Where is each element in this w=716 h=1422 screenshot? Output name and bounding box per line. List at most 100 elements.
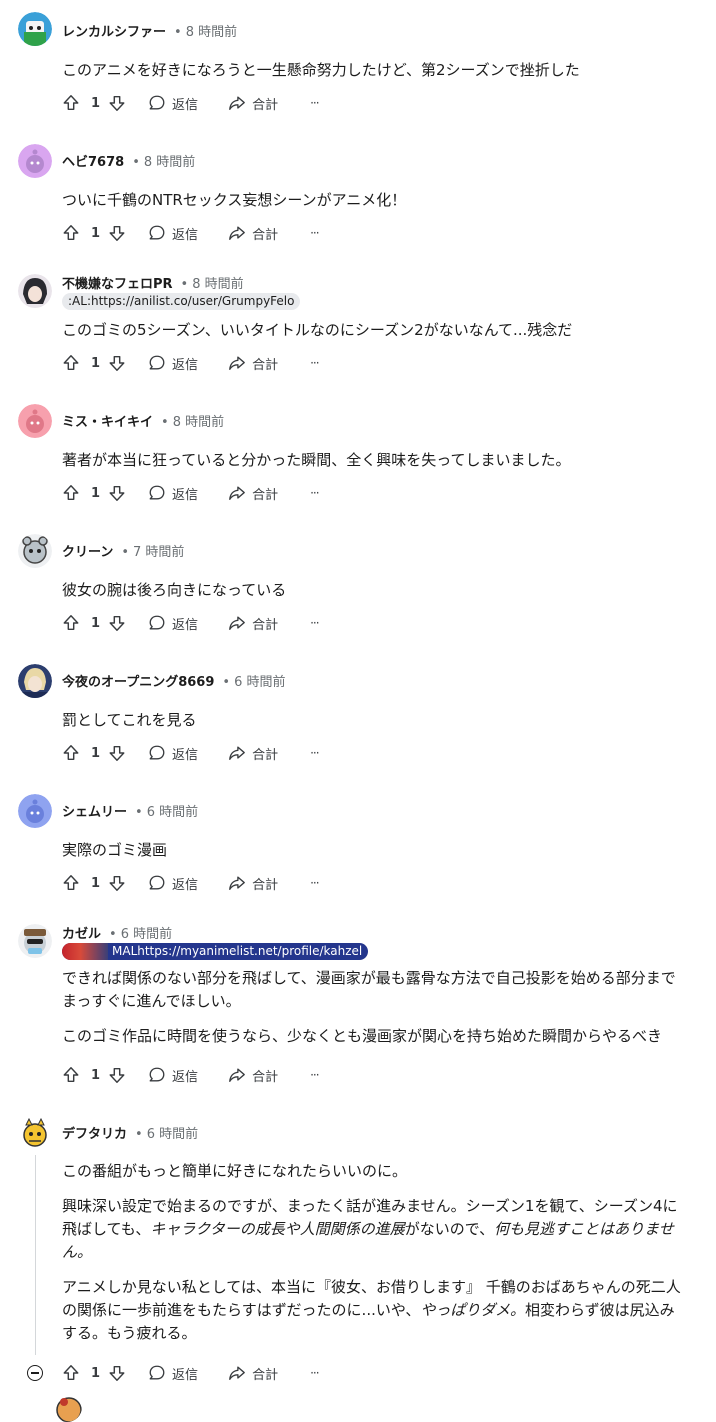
share-button[interactable]: 合計 <box>228 354 278 373</box>
downvote-button[interactable] <box>108 874 126 892</box>
ellipsis-icon: ··· <box>310 1366 320 1380</box>
vote-score: 1 <box>91 95 101 111</box>
downvote-button[interactable] <box>108 224 126 242</box>
more-options-button[interactable]: ··· <box>310 616 320 630</box>
avatar[interactable] <box>18 404 52 438</box>
speech-bubble-icon <box>149 485 165 500</box>
share-button[interactable]: 合計 <box>228 874 278 893</box>
upvote-arrow-icon <box>63 485 79 501</box>
speech-bubble-icon <box>149 225 165 240</box>
avatar[interactable] <box>52 1392 82 1422</box>
share-button[interactable]: 合計 <box>228 614 278 633</box>
upvote-button[interactable] <box>62 354 80 372</box>
avatar[interactable] <box>18 144 52 178</box>
comment-body: ついに千鶴のNTRセックス妄想シーンがアニメ化！ <box>62 189 682 224</box>
username[interactable]: 今夜のオープニング8669 <box>62 675 214 690</box>
reply-button[interactable]: 返信 <box>148 224 198 243</box>
reply-button[interactable]: 返信 <box>148 484 198 503</box>
upvote-arrow-icon <box>63 615 79 631</box>
reply-button[interactable]: 返信 <box>148 354 198 373</box>
share-button[interactable]: 合計 <box>228 744 278 763</box>
reply-label: 返信 <box>172 1069 199 1085</box>
upvote-button[interactable] <box>62 484 80 502</box>
share-label: 合計 <box>252 357 279 373</box>
more-options-button[interactable]: ··· <box>310 356 320 370</box>
username[interactable]: シェムリー <box>62 805 127 820</box>
speech-bubble-icon <box>149 1365 165 1380</box>
reply-label: 返信 <box>172 357 199 373</box>
avatar[interactable] <box>18 1116 52 1150</box>
comment-body: このアニメを好きになろうと一生懸命努力したけど、第2シーズンで挫折した <box>62 59 682 94</box>
downvote-button[interactable] <box>108 354 126 372</box>
action-bar: 1 返信 合計 ··· <box>62 222 320 244</box>
share-button[interactable]: 合計 <box>228 1364 278 1383</box>
comment-body: このゴミの5シーズン、いいタイトルなのにシーズン2がないなんて...残念だ <box>62 319 682 354</box>
upvote-arrow-icon <box>63 95 79 111</box>
username[interactable]: 不機嫌なフェロPR <box>62 277 173 292</box>
upvote-arrow-icon <box>63 225 79 241</box>
upvote-button[interactable] <box>62 614 80 632</box>
more-options-button[interactable]: ··· <box>310 1366 320 1380</box>
avatar[interactable] <box>18 924 52 958</box>
action-bar: 1 返信 合計 ··· <box>62 92 320 114</box>
share-label: 合計 <box>252 877 279 893</box>
ellipsis-icon: ··· <box>310 1068 320 1082</box>
share-button[interactable]: 合計 <box>228 1066 278 1085</box>
timestamp: 6 時間前 <box>146 805 199 820</box>
more-options-button[interactable]: ··· <box>310 876 320 890</box>
username[interactable]: ミス・キイキイ <box>62 415 153 430</box>
upvote-arrow-icon <box>63 875 79 891</box>
speech-bubble-icon <box>149 745 165 760</box>
upvote-button[interactable] <box>62 224 80 242</box>
downvote-button[interactable] <box>108 1066 126 1084</box>
username[interactable]: ヘビ7678 <box>62 155 124 170</box>
downvote-arrow-icon <box>109 1365 125 1381</box>
reply-button[interactable]: 返信 <box>148 1066 198 1085</box>
more-options-button[interactable]: ··· <box>310 486 320 500</box>
comment-text: ついに千鶴のNTRセックス妄想シーンがアニメ化！ <box>62 191 407 209</box>
downvote-button[interactable] <box>108 614 126 632</box>
reply-button[interactable]: 返信 <box>148 874 198 893</box>
username[interactable]: カゼル <box>62 927 101 942</box>
timestamp: 8 時間前 <box>192 277 244 292</box>
downvote-button[interactable] <box>108 484 126 502</box>
share-button[interactable]: 合計 <box>228 94 278 113</box>
reply-button[interactable]: 返信 <box>148 614 198 633</box>
avatar-icon <box>52 1392 82 1422</box>
username[interactable]: クリーン <box>62 545 113 560</box>
username[interactable]: デフタリカ <box>62 1127 127 1142</box>
avatar[interactable] <box>18 794 52 828</box>
upvote-button[interactable] <box>62 94 80 112</box>
vote-score: 1 <box>91 355 101 371</box>
upvote-button[interactable] <box>62 744 80 762</box>
downvote-button[interactable] <box>108 744 126 762</box>
avatar-icon <box>18 664 52 698</box>
avatar[interactable] <box>18 664 52 698</box>
share-label: 合計 <box>252 487 279 503</box>
avatar[interactable] <box>18 274 52 308</box>
share-button[interactable]: 合計 <box>228 224 278 243</box>
thread-line[interactable] <box>35 1155 36 1355</box>
reply-label: 返信 <box>172 487 199 503</box>
reply-button[interactable]: 返信 <box>148 94 198 113</box>
collapse-thread-icon[interactable] <box>27 1365 43 1381</box>
avatar[interactable] <box>18 534 52 568</box>
more-options-button[interactable]: ··· <box>310 96 320 110</box>
downvote-button[interactable] <box>108 94 126 112</box>
upvote-arrow-icon <box>63 355 79 371</box>
more-options-button[interactable]: ··· <box>310 1068 320 1082</box>
share-button[interactable]: 合計 <box>228 484 278 503</box>
downvote-button[interactable] <box>108 1364 126 1382</box>
more-options-button[interactable]: ··· <box>310 746 320 760</box>
upvote-button[interactable] <box>62 1364 80 1382</box>
reply-button[interactable]: 返信 <box>148 1364 198 1383</box>
upvote-button[interactable] <box>62 1066 80 1084</box>
timestamp: 8 時間前 <box>143 155 196 170</box>
more-options-button[interactable]: ··· <box>310 226 320 240</box>
upvote-button[interactable] <box>62 874 80 892</box>
avatar[interactable] <box>18 12 52 46</box>
action-bar: 1 返信 合計 ··· <box>62 612 320 634</box>
reply-button[interactable]: 返信 <box>148 744 198 763</box>
username[interactable]: レンカルシファー <box>62 25 166 40</box>
vote-score: 1 <box>91 875 101 891</box>
